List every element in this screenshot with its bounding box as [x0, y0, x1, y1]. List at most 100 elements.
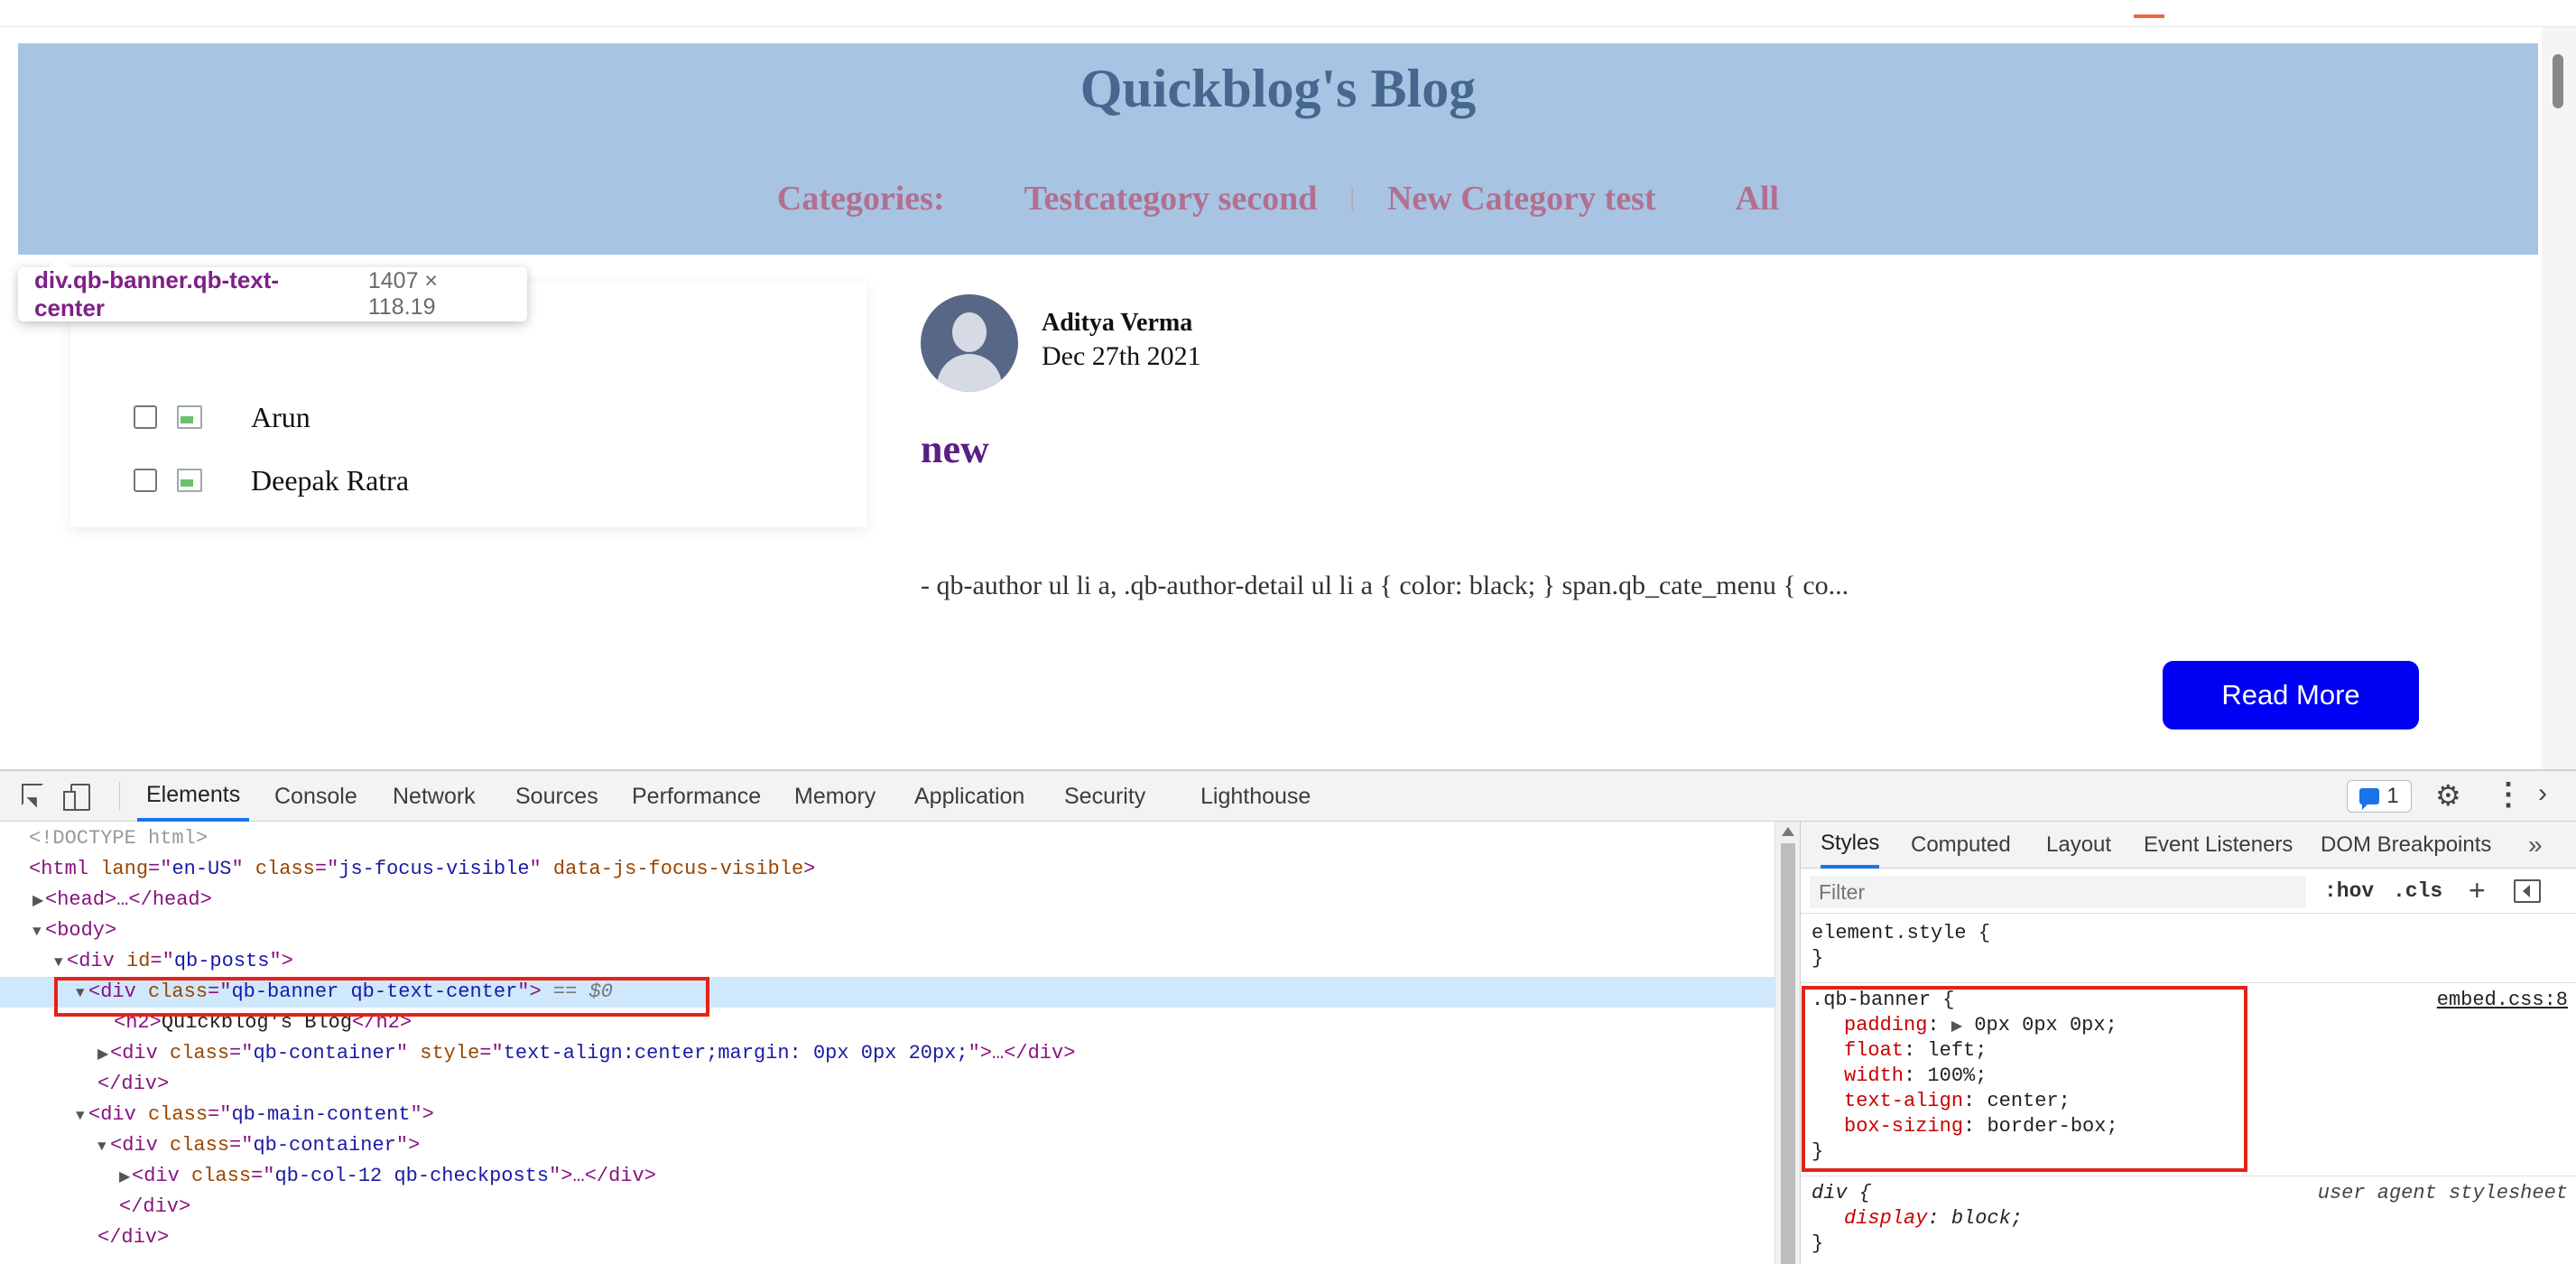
page-scrollbar[interactable] [2542, 27, 2576, 769]
collapse-triangle-icon[interactable]: ▼ [32, 916, 45, 947]
author-name: Arun [251, 400, 310, 433]
dom-close-div[interactable]: </div> [0, 1222, 1774, 1253]
css-element-style[interactable]: element.style { } [1801, 921, 2576, 971]
css-value: 0px 0px 0px; [1974, 1014, 2117, 1036]
css-declaration[interactable]: box-sizing: border-box; [1801, 1114, 2576, 1139]
dom-close-div[interactable]: </div> [0, 1192, 1774, 1222]
toggle-sidebar-icon[interactable] [2514, 879, 2541, 903]
chevron-right-icon[interactable]: › [2538, 778, 2567, 808]
tab-dom-breakpoints[interactable]: DOM Breakpoints [2321, 822, 2491, 869]
more-options-icon[interactable]: ⋮ [2493, 776, 2524, 812]
css-property: box-sizing [1844, 1115, 1964, 1138]
tab-styles[interactable]: Styles [1821, 822, 1880, 869]
dom-qb-main-content[interactable]: ▼ <div class="qb-main-content"> [0, 1100, 1774, 1130]
tab-elements[interactable]: Elements [137, 771, 250, 822]
issues-badge[interactable]: 1 [2347, 780, 2412, 813]
collapse-triangle-icon[interactable]: ▼ [97, 1131, 110, 1162]
dom-qb-banner-selected[interactable]: ▼ <div class="qb-banner qb-text-center"> … [0, 977, 1774, 1008]
inspect-element-icon[interactable] [20, 782, 49, 811]
checkposts-class-value: qb-col-12 qb-checkposts [274, 1165, 550, 1187]
css-source-link[interactable]: embed.css:8 [2437, 988, 2568, 1013]
css-rule-div[interactable]: div { user agent stylesheet display: blo… [1801, 1181, 2576, 1257]
styles-filter-input[interactable] [1810, 876, 2306, 908]
dom-qb-posts[interactable]: ▼ <div id="qb-posts"> [0, 946, 1774, 977]
collapse-triangle-icon[interactable]: ▼ [76, 978, 88, 1008]
css-rule-qb-banner[interactable]: .qb-banner { embed.css:8 padding: ▶ 0px … [1801, 988, 2576, 1165]
dom-qb-container-styled[interactable]: ▶<div class="qb-container" style="text-a… [0, 1038, 1774, 1069]
blog-banner: Quickblog's Blog Categories: Testcategor… [18, 43, 2538, 255]
category-link-new-category-test[interactable]: New Category test [1387, 179, 1656, 218]
banner-class-value: qb-banner qb-text-center [231, 981, 518, 1003]
tab-computed[interactable]: Computed [1911, 822, 2011, 869]
category-link-all[interactable]: All [1736, 179, 1780, 218]
css-declaration[interactable]: width: 100%; [1801, 1064, 2576, 1089]
dom-close-div[interactable]: </div> [0, 1069, 1774, 1100]
scroll-up-arrow-icon[interactable] [1782, 827, 1794, 836]
dom-html-open[interactable]: <html lang="en-US" class="js-focus-visib… [0, 854, 1774, 885]
expand-triangle-icon[interactable]: ▶ [119, 1162, 132, 1193]
container-class-value: qb-container [253, 1134, 396, 1157]
rule-selector: div { [1812, 1182, 1872, 1204]
dom-qb-container[interactable]: ▼ <div class="qb-container"> [0, 1130, 1774, 1161]
html-tag: html [41, 858, 89, 880]
hov-toggle[interactable]: :hov [2324, 879, 2374, 903]
attr-class-value: js-focus-visible [338, 858, 530, 880]
post-excerpt: - qb-author ul li a, .qb-author-detail u… [921, 571, 1849, 600]
tab-lighthouse[interactable]: Lighthouse [1191, 771, 1320, 822]
gear-icon[interactable]: ⚙ [2435, 778, 2464, 812]
post-author: Aditya Verma [1042, 309, 1193, 337]
css-declaration[interactable]: float: left; [1801, 1038, 2576, 1064]
dom-qb-checkposts[interactable]: ▶<div class="qb-col-12 qb-checkposts">…<… [0, 1161, 1774, 1192]
post-card: Aditya Verma Dec 27th 2021 new - qb-auth… [921, 282, 2527, 769]
dom-doctype[interactable]: <!DOCTYPE html> [0, 823, 1774, 854]
tab-console[interactable]: Console [265, 771, 366, 822]
tab-memory[interactable]: Memory [785, 771, 885, 822]
dom-h2[interactable]: <h2>Quickblog's Blog</h2> [0, 1008, 1774, 1038]
page-scrollbar-thumb[interactable] [2553, 54, 2563, 108]
browser-top-strip [0, 0, 2576, 27]
css-value: border-box; [1987, 1115, 2118, 1138]
expand-triangle-icon[interactable]: ▶ [97, 1039, 110, 1070]
device-toolbar-icon[interactable] [63, 782, 92, 811]
attr-class: class [255, 858, 315, 880]
more-tabs-icon[interactable]: » [2528, 831, 2543, 860]
styles-pane: Styles Computed Layout Event Listeners D… [1800, 822, 2576, 1264]
new-rule-plus-icon[interactable]: + [2469, 874, 2486, 907]
qb-posts-id: qb-posts [173, 950, 270, 972]
tab-application[interactable]: Application [905, 771, 1033, 822]
cls-toggle[interactable]: .cls [2393, 879, 2442, 903]
elements-tree[interactable]: <!DOCTYPE html> <html lang="en-US" class… [0, 822, 1774, 1264]
tab-layout[interactable]: Layout [2046, 822, 2111, 869]
styles-tabbar: Styles Computed Layout Event Listeners D… [1801, 822, 2576, 869]
tab-event-listeners[interactable]: Event Listeners [2144, 822, 2293, 869]
inspect-tooltip: div.qb-banner.qb-text-center 1407 × 118.… [18, 256, 527, 321]
expand-triangle-icon[interactable]: ▶ [32, 886, 45, 916]
toolbar-divider [119, 782, 120, 811]
collapse-triangle-icon[interactable]: ▼ [54, 947, 67, 978]
close-div-tag: </div> [97, 1226, 170, 1249]
dom-head[interactable]: ▶<head>…</head> [0, 885, 1774, 915]
tab-sources[interactable]: Sources [506, 771, 607, 822]
dom-body[interactable]: ▼ <body> [0, 915, 1774, 946]
css-source-ua: user agent stylesheet [2317, 1182, 2568, 1204]
tab-performance[interactable]: Performance [623, 771, 770, 822]
css-close-brace: } [1812, 1232, 1824, 1255]
close-div-tag: </div> [119, 1195, 191, 1218]
css-declaration[interactable]: padding: ▶ 0px 0px 0px; [1801, 1013, 2576, 1038]
css-property: display [1844, 1207, 1928, 1230]
author-row-arun[interactable]: Arun [134, 399, 310, 435]
category-link-testcategory-second[interactable]: Testcategory second [1024, 179, 1318, 218]
elements-scrollbar[interactable] [1774, 822, 1800, 1264]
author-row-deepak-ratra[interactable]: Deepak Ratra [134, 462, 409, 498]
post-title[interactable]: new [921, 426, 989, 472]
author-checkbox[interactable] [134, 405, 157, 429]
tab-security[interactable]: Security [1055, 771, 1154, 822]
collapse-triangle-icon[interactable]: ▼ [76, 1101, 88, 1131]
author-checkbox[interactable] [134, 469, 157, 492]
elements-scrollbar-thumb[interactable] [1781, 843, 1795, 1264]
css-declaration[interactable]: text-align: center; [1801, 1089, 2576, 1114]
read-more-button[interactable]: Read More [2163, 661, 2419, 730]
css-declaration[interactable]: display: block; [1801, 1206, 2576, 1231]
tooltip-selector: div.qb-banner.qb-text-center [34, 266, 280, 321]
tab-network[interactable]: Network [384, 771, 485, 822]
